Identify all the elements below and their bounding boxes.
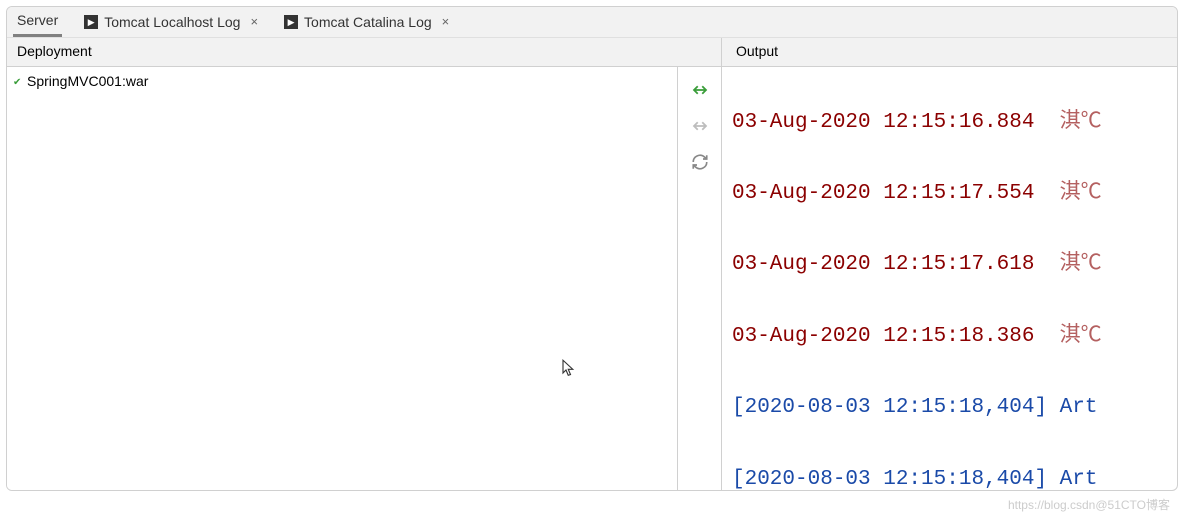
tab-label: Tomcat Catalina Log: [304, 14, 432, 30]
log-line: [2020-08-03 12:15:18,404] Art: [732, 462, 1167, 490]
log-line: [2020-08-03 12:15:18,404] Art: [732, 390, 1167, 426]
deployment-item[interactable]: ✔ SpringMVC001:war: [7, 67, 677, 95]
output-header: Output: [722, 38, 1177, 66]
log-line: 03-Aug-2020 12:15:16.884 淇℃: [732, 105, 1167, 141]
tab-label: Tomcat Localhost Log: [104, 14, 240, 30]
tab-server[interactable]: Server: [13, 7, 62, 37]
log-line: 03-Aug-2020 12:15:17.554 淇℃: [732, 176, 1167, 212]
terminal-icon: ▶: [84, 15, 98, 29]
deployment-name: SpringMVC001:war: [27, 73, 148, 89]
status-icon: ✔: [13, 77, 21, 85]
log-line: 03-Aug-2020 12:15:17.618 淇℃: [732, 247, 1167, 283]
deploy-button[interactable]: [689, 79, 711, 101]
refresh-button[interactable]: [689, 151, 711, 173]
undeploy-button[interactable]: [689, 115, 711, 137]
column-headers: Deployment Output: [7, 37, 1177, 67]
deployment-toolbar: [677, 67, 722, 490]
content-area: ✔ SpringMVC001:war 03-A: [7, 67, 1177, 490]
terminal-icon: ▶: [284, 15, 298, 29]
tab-label: Server: [17, 12, 58, 28]
close-icon[interactable]: ×: [250, 14, 258, 29]
tab-localhost-log[interactable]: ▶ Tomcat Localhost Log ×: [80, 7, 262, 37]
deployment-header: Deployment: [7, 38, 722, 66]
tab-catalina-log[interactable]: ▶ Tomcat Catalina Log ×: [280, 7, 453, 37]
tabbar: Server ▶ Tomcat Localhost Log × ▶ Tomcat…: [7, 7, 1177, 37]
deployment-list[interactable]: ✔ SpringMVC001:war: [7, 67, 677, 490]
run-panel: Server ▶ Tomcat Localhost Log × ▶ Tomcat…: [6, 6, 1178, 491]
log-line: 03-Aug-2020 12:15:18.386 淇℃: [732, 319, 1167, 355]
close-icon[interactable]: ×: [442, 14, 450, 29]
output-console[interactable]: 03-Aug-2020 12:15:16.884 淇℃ 03-Aug-2020 …: [722, 67, 1177, 490]
watermark: https://blog.csdn@51CTO博客: [1008, 496, 1170, 513]
